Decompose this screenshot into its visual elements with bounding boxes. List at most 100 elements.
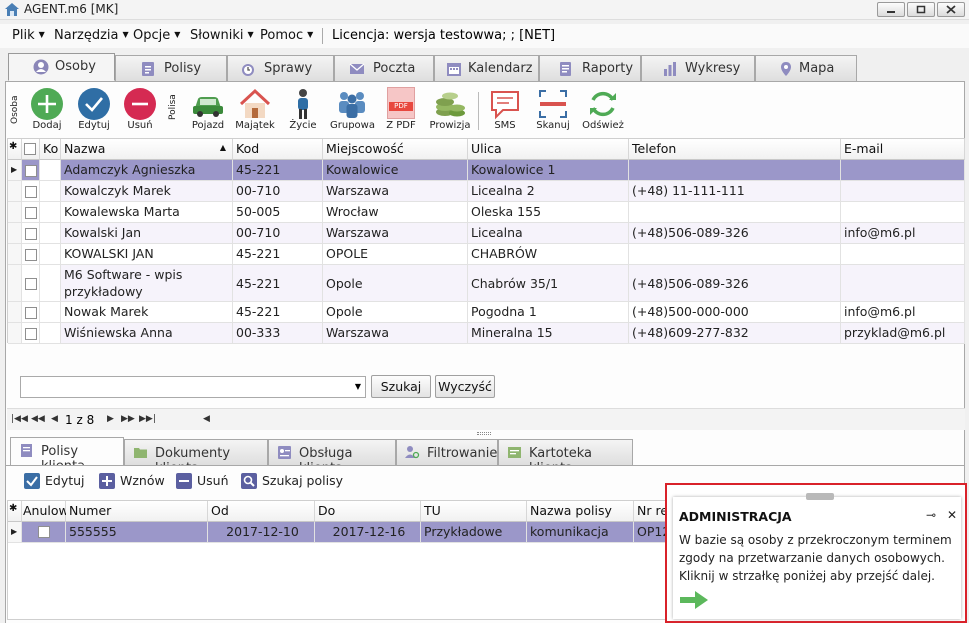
cell-kod[interactable]: 45-221 [233,265,323,302]
tab-wykresy[interactable]: Wykresy [641,55,755,81]
cell-email[interactable] [841,181,965,202]
tab-sprawy[interactable]: Sprawy [227,55,334,81]
cell-nazwa[interactable]: Kowalczyk Marek [61,181,233,202]
row-indicator[interactable] [8,202,22,223]
row-indicator[interactable] [8,323,22,344]
header-tu[interactable]: TU [421,501,527,522]
cell-tu[interactable]: Przykładowe [421,522,527,543]
cell-nazwa[interactable]: Adamczyk Agnieszka [61,160,233,181]
cell-email[interactable] [841,202,965,223]
ko-cell[interactable] [40,160,61,181]
header-nazwa[interactable]: Nazwa ▲ [61,139,233,160]
tab-osoby[interactable]: Osoby [8,53,115,81]
cell-email[interactable] [841,244,965,265]
arrow-right-icon[interactable] [679,589,709,611]
row-indicator[interactable] [8,244,22,265]
last-page-icon[interactable]: ▶▶| [139,414,156,424]
table-row[interactable]: Kowalczyk Marek 00-710 Warszawa Licealna 2(… [8,181,965,202]
tab-obsluga-klienta[interactable]: Obsługa klienta [268,439,396,476]
ko-cell[interactable] [40,323,61,344]
row-indicator[interactable] [8,265,22,302]
cell-numer[interactable]: 555555 [66,522,208,543]
ko-cell[interactable] [40,302,61,323]
cell-nazwa[interactable]: KOWALSKI JAN [61,244,233,265]
next-page-icon[interactable]: ▶ [107,414,114,424]
cell-telefon[interactable]: (+48)609-277-832 [629,323,841,344]
cell-telefon[interactable]: (+48) 11-111-111 [629,181,841,202]
row-checkbox[interactable] [25,206,37,219]
header-email[interactable]: E-mail [841,139,965,160]
header-anulow[interactable]: Anulow [22,501,69,522]
header-ulica[interactable]: Ulica [468,139,629,160]
tab-mapa[interactable]: Mapa [755,55,857,81]
cell-kod[interactable]: 00-710 [233,181,323,202]
search-button[interactable]: Szukaj [371,375,431,398]
cell-kod[interactable]: 45-221 [233,302,323,323]
row-checkbox[interactable] [25,164,37,177]
row-indicator[interactable]: ▶ [8,522,22,543]
cell-kod[interactable]: 00-710 [233,223,323,244]
tab-raporty[interactable]: Raporty [539,55,641,81]
cell-miejscowosc[interactable]: Warszawa [323,181,468,202]
cell-nazwa_polisy[interactable]: komunikacja [527,522,634,543]
header-select-all[interactable] [22,139,40,160]
row-checkbox[interactable] [25,227,37,240]
tab-poczta[interactable]: Poczta [334,55,434,81]
ko-cell[interactable] [40,181,61,202]
scroll-left-icon[interactable]: ◀ [203,414,210,424]
cell-ulica[interactable]: Licealna 2 [468,181,629,202]
header-numer[interactable]: Numer [66,501,208,522]
cell-nazwa[interactable]: Wiśniewska Anna [61,323,233,344]
cancelled-checkbox[interactable] [38,526,50,538]
table-row[interactable]: ▶ Adamczyk Agnieszka 45-221 Kowalowice Kowal… [8,160,965,181]
cell-miejscowosc[interactable]: Opole [323,265,468,302]
header-od[interactable]: Od [208,501,315,522]
cell-miejscowosc[interactable]: Opole [323,302,468,323]
popup-drag-handle[interactable] [806,493,834,500]
menu-plik[interactable]: Plik ▼ [12,28,45,43]
row-indicator[interactable]: ▶ [8,160,22,181]
row-checkbox[interactable] [25,185,37,198]
row-indicator[interactable] [8,223,22,244]
tab-polisy-klienta[interactable]: Polisy klienta [10,437,124,474]
cell-kod[interactable]: 00-333 [233,323,323,344]
cell-od[interactable]: 2017-12-10 [208,522,315,543]
first-page-icon[interactable]: |◀◀ [11,414,28,424]
tab-kartoteka-klienta[interactable]: Kartoteka klienta [498,439,633,476]
cell-telefon[interactable]: (+48)506-089-326 [629,265,841,302]
menu-slowniki[interactable]: Słowniki ▼ [190,28,254,43]
table-row[interactable]: KOWALSKI JAN 45-221 OPOLE CHABRÓW [8,244,965,265]
cell-email[interactable] [841,265,965,302]
cell-ulica[interactable]: Pogodna 1 [468,302,629,323]
cell-nazwa[interactable]: M6 Software - wpis przykładowy [61,265,233,302]
cell-email[interactable]: info@m6.pl [841,302,965,323]
cell-ulica[interactable]: Mineralna 15 [468,323,629,344]
cell-email[interactable]: przyklad@m6.pl [841,323,965,344]
row-checkbox[interactable] [25,277,37,290]
close-window-button[interactable] [937,2,965,17]
splitter-handle[interactable] [477,432,491,435]
cell-miejscowosc[interactable]: Wrocław [323,202,468,223]
cell-nazwa[interactable]: Kowalski Jan [61,223,233,244]
row-checkbox[interactable] [25,327,37,340]
row-indicator[interactable] [8,181,22,202]
cell-ulica[interactable]: Oleska 155 [468,202,629,223]
cell-miejscowosc[interactable]: Warszawa [323,223,468,244]
cell-ulica[interactable]: Licealna [468,223,629,244]
header-do[interactable]: Do [315,501,421,522]
cell-telefon[interactable]: (+48)500-000-000 [629,302,841,323]
maximize-button[interactable] [907,2,935,17]
clear-button[interactable]: Wyczyść [435,375,495,398]
cell-ulica[interactable]: Chabrów 35/1 [468,265,629,302]
cell-telefon[interactable] [629,244,841,265]
next-page-fast-icon[interactable]: ▶▶ [121,414,135,424]
table-row[interactable]: Kowalewska Marta 50-005 Wrocław Oleska 155 [8,202,965,223]
prev-page-icon[interactable]: ◀ [51,414,58,424]
cell-kod[interactable]: 45-221 [233,244,323,265]
row-checkbox[interactable] [25,248,37,261]
header-telefon[interactable]: Telefon [629,139,841,160]
cell-kod[interactable]: 50-005 [233,202,323,223]
ko-cell[interactable] [40,202,61,223]
table-row[interactable]: Nowak Marek 45-221 Opole Pogodna 1 (+48)500-… [8,302,965,323]
cell-email[interactable]: info@m6.pl [841,223,965,244]
